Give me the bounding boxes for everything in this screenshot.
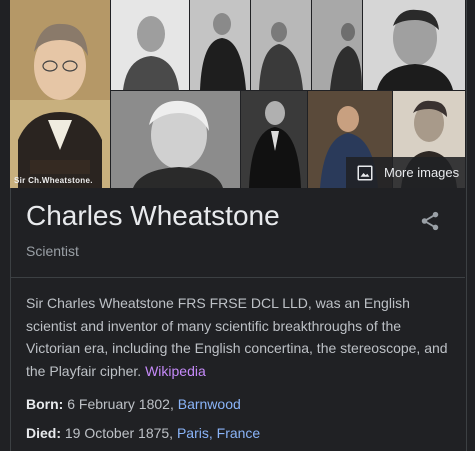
died-place-link[interactable]: Paris, France <box>177 425 260 441</box>
fact-label: Died: <box>26 425 61 441</box>
seated-portrait-3 <box>312 0 362 90</box>
portrait-image[interactable] <box>190 0 250 90</box>
fact-born: Born: 6 February 1802, Barnwood <box>26 396 241 412</box>
elderly-portrait <box>111 91 240 188</box>
sketch-portrait <box>111 0 189 90</box>
divider <box>10 277 465 278</box>
portrait-illustration <box>10 0 110 188</box>
image-icon <box>357 165 373 180</box>
portrait-image[interactable] <box>312 0 362 90</box>
portrait-image[interactable] <box>111 91 240 188</box>
close-portrait <box>363 0 465 90</box>
standing-portrait <box>241 91 307 188</box>
portrait-image[interactable] <box>111 0 189 90</box>
portrait-image-main[interactable]: Sir Ch.Wheatstone. <box>10 0 110 188</box>
entity-title: Charles Wheatstone <box>26 200 280 231</box>
portrait-caption: Sir Ch.Wheatstone. <box>14 176 93 185</box>
born-place-link[interactable]: Barnwood <box>178 396 241 412</box>
portrait-image[interactable] <box>241 91 307 188</box>
seated-portrait <box>190 0 250 90</box>
entity-description: Sir Charles Wheatstone FRS FRSE DCL LLD,… <box>26 292 451 382</box>
portrait-image[interactable] <box>251 0 311 90</box>
fact-value: 6 February 1802, <box>63 396 178 412</box>
more-images-button[interactable]: More images <box>346 157 465 188</box>
entity-subtitle: Scientist <box>26 243 79 259</box>
fact-value: 19 October 1875, <box>61 425 177 441</box>
more-images-label: More images <box>384 165 460 180</box>
wikipedia-link[interactable]: Wikipedia <box>145 363 206 379</box>
fact-label: Born: <box>26 396 64 412</box>
description-text: Sir Charles Wheatstone FRS FRSE DCL LLD,… <box>26 295 448 379</box>
fact-died: Died: 19 October 1875, Paris, France <box>26 425 260 441</box>
share-button[interactable] <box>419 210 441 232</box>
portrait-image[interactable] <box>363 0 465 90</box>
share-icon <box>421 211 439 231</box>
seated-portrait-2 <box>251 0 311 90</box>
